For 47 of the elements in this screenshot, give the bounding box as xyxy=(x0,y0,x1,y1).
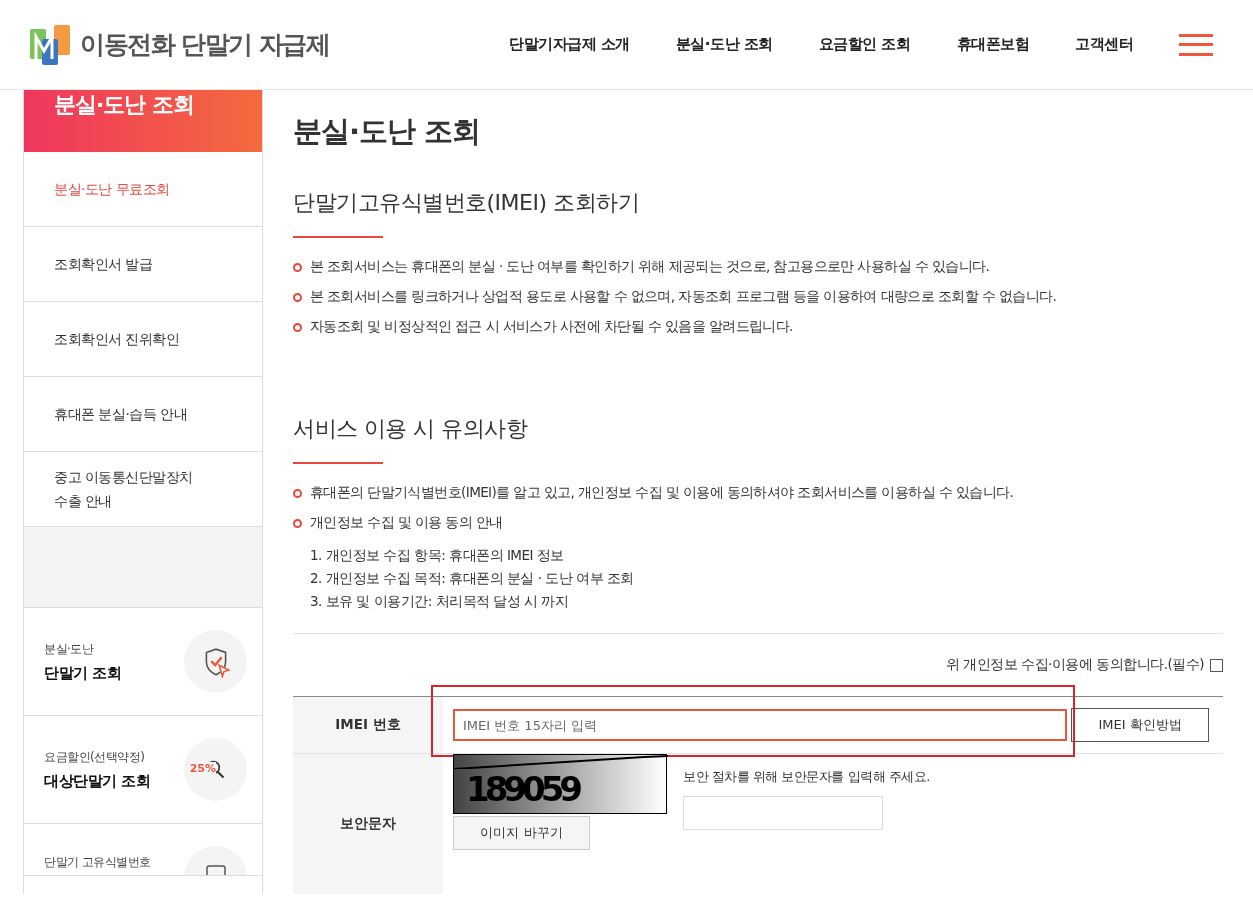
sidebar-title: 분실·도난 조회 xyxy=(24,90,262,152)
nav-link[interactable]: 요금할인 조회 xyxy=(818,35,911,54)
quick-link-title: 단말기 조회 xyxy=(44,663,122,683)
quick-link-card[interactable]: 요금할인(선택약정) 대상단말기 조회 25% xyxy=(24,716,262,824)
quick-link-title: 대상단말기 조회 xyxy=(44,771,151,791)
bullet-text: 휴대폰의 단말기식별번호(IMEI)를 알고 있고, 개인정보 수집 및 이용에 동의하셔야 조회서비스를 이용하실 수 있습니다. xyxy=(310,484,1014,502)
captcha-input-field[interactable] xyxy=(683,796,883,830)
sidebar-item[interactable]: 분실·도난 무료조회 xyxy=(24,152,262,227)
bullet-text: 본 조회서비스를 링크하거나 상업적 용도로 사용할 수 없으며, 자동조회 프로그램 등을 이용하여 대량으로 조회할 수 없습니다. xyxy=(310,288,1057,306)
consent-checkbox[interactable] xyxy=(1210,658,1223,672)
bullet-text: 자동조회 및 비정상적인 접근 시 서비스가 사전에 차단될 수 있음을 알려드립니다. xyxy=(310,318,793,336)
bullet-icon xyxy=(293,488,302,498)
bullet-icon xyxy=(293,262,302,272)
page-title: 분실·도난 조회 xyxy=(293,113,482,150)
sidebar-item[interactable]: 휴대폰 분실·습득 안내 xyxy=(24,377,262,452)
bullet-icon xyxy=(293,518,302,528)
icon-label: 25% xyxy=(189,762,216,775)
quick-link-card[interactable]: 분실·도난 단말기 조회 xyxy=(24,608,262,716)
bullet-text: 개인정보 수집 및 이용 동의 안내 xyxy=(310,514,503,532)
list-item: 1. 개인정보 수집 항목: 휴대폰의 IMEI 정보 xyxy=(310,546,565,565)
captcha-hint: 보안 절차를 위해 보안문자를 입력해 주세요. xyxy=(683,768,930,786)
section-heading: 서비스 이용 시 유의사항 xyxy=(293,415,529,443)
quick-link-subtitle: 요금할인(선택약정) xyxy=(44,748,146,766)
menu-icon[interactable] xyxy=(1179,33,1213,56)
nav-link[interactable]: 단말기자급제 소개 xyxy=(509,35,630,54)
refresh-image-button[interactable]: 이미지 바꾸기 xyxy=(453,816,590,850)
imei-input-field[interactable]: IMEI 번호 15자리 입력 xyxy=(453,709,1067,741)
quick-link-subtitle: 단말기 고유식별번호 xyxy=(44,854,151,871)
captcha-label: 보안문자 xyxy=(293,754,443,894)
sidebar-item[interactable]: 조회확인서 발급 xyxy=(24,227,262,302)
nav-link[interactable]: 휴대폰보험 xyxy=(956,35,1029,54)
list-item: 2. 개인정보 수집 목적: 휴대폰의 분실 · 도난 여부 조회 xyxy=(310,569,635,588)
nav-link[interactable]: 고객센터 xyxy=(1075,35,1133,54)
nav-link[interactable]: 분실·도난 조회 xyxy=(675,35,773,54)
bullet-icon xyxy=(293,322,302,332)
quick-link-subtitle: 분실·도난 xyxy=(44,640,95,658)
captcha-image: 189059 xyxy=(453,754,667,814)
list-item: 3. 보유 및 이용기간: 처리목적 달성 시 까지 xyxy=(310,592,570,611)
imei-help-button[interactable]: IMEI 확인방법 xyxy=(1071,708,1209,742)
bullet-icon xyxy=(293,292,302,302)
logo-text[interactable]: 이동전화 단말기 자급제 xyxy=(80,28,330,61)
imei-label: IMEI 번호 xyxy=(293,697,443,753)
quick-link-card[interactable]: 단말기 고유식별번호 xyxy=(24,824,262,876)
sidebar-item[interactable]: 조회확인서 진위확인 xyxy=(24,302,262,377)
section-heading: 단말기고유식별번호(IMEI) 조회하기 xyxy=(293,189,641,217)
bullet-text: 본 조회서비스는 휴대폰의 분실 · 도난 여부를 확인하기 위해 제공되는 것으로, 참고용으로만 사용하실 수 있습니다. xyxy=(310,258,990,276)
consent-label: 위 개인정보 수집·이용에 동의합니다.(필수) xyxy=(946,656,1204,674)
